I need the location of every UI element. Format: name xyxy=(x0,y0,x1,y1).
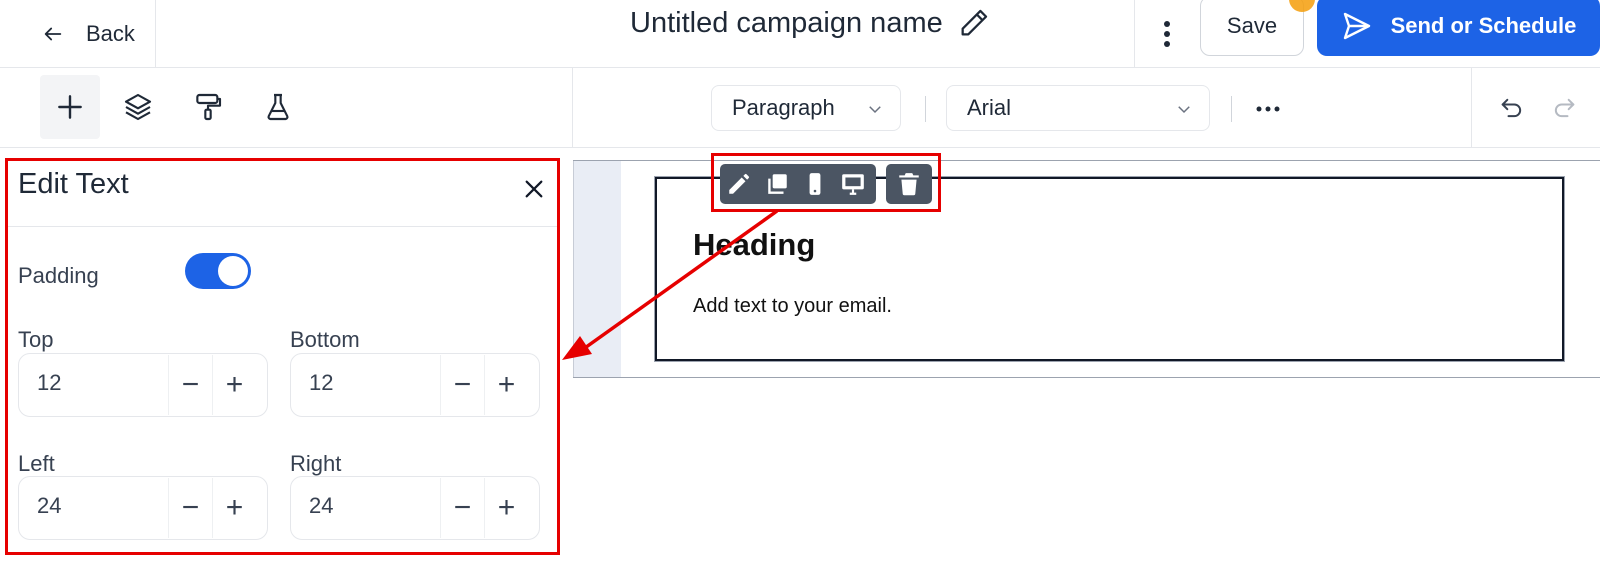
bottom-decrement-button[interactable]: − xyxy=(440,355,484,415)
left-padding-stepper: 24 − + xyxy=(18,476,268,540)
sidebar-toolbar xyxy=(0,68,573,148)
left-padding-input[interactable]: 24 xyxy=(37,493,61,519)
toolbar-divider xyxy=(925,96,926,122)
add-block-button[interactable] xyxy=(40,75,100,139)
right-increment-button[interactable]: + xyxy=(484,478,528,538)
panel-header: Edit Text xyxy=(8,161,557,227)
block-actions xyxy=(720,164,876,204)
save-button[interactable]: Save xyxy=(1200,0,1304,56)
bottom-padding-input[interactable]: 12 xyxy=(309,370,333,396)
top-decrement-button[interactable]: − xyxy=(168,355,212,415)
right-label: Right xyxy=(290,451,342,476)
flask-icon xyxy=(267,93,289,121)
toolbar-divider xyxy=(1231,96,1232,122)
more-format-button[interactable] xyxy=(1253,94,1283,124)
edit-text-panel: Edit Text Padding Top 12 − + Bottom 12 −… xyxy=(5,158,560,555)
padding-label: Padding xyxy=(18,263,99,288)
right-decrement-button[interactable]: − xyxy=(440,478,484,538)
vertical-dots-icon xyxy=(1163,21,1170,47)
pencil-icon xyxy=(729,173,750,194)
right-padding-input[interactable]: 24 xyxy=(309,493,333,519)
plus-icon xyxy=(58,95,82,119)
close-button[interactable] xyxy=(520,175,548,203)
trash-icon xyxy=(899,173,919,196)
panel-title: Edit Text xyxy=(18,168,129,200)
back-label: Back xyxy=(86,21,135,46)
left-label: Left xyxy=(18,451,55,476)
left-increment-button[interactable]: + xyxy=(212,478,256,538)
send-plane-icon xyxy=(1343,12,1370,40)
block-type-select[interactable]: Paragraph xyxy=(711,85,901,131)
padding-toggle[interactable] xyxy=(185,253,251,289)
chevron-down-icon xyxy=(869,106,881,114)
history-controls xyxy=(1471,68,1600,148)
layers-button[interactable] xyxy=(108,75,168,139)
desktop-icon xyxy=(842,174,864,195)
bottom-increment-button[interactable]: + xyxy=(484,355,528,415)
more-options-button[interactable] xyxy=(1134,0,1198,68)
edit-pencil-icon[interactable] xyxy=(957,6,991,40)
mobile-icon xyxy=(809,173,821,195)
right-padding-stepper: 24 − + xyxy=(290,476,540,540)
duplicate-icon xyxy=(768,174,787,194)
mobile-visibility-button[interactable] xyxy=(796,164,834,204)
bottom-label: Bottom xyxy=(290,327,360,352)
redo-icon[interactable] xyxy=(1550,94,1578,122)
send-or-schedule-button[interactable]: Send or Schedule xyxy=(1317,0,1600,56)
styles-button[interactable] xyxy=(178,75,238,139)
block-delete-group xyxy=(886,164,932,204)
top-padding-stepper: 12 − + xyxy=(18,353,268,417)
block-type-value: Paragraph xyxy=(732,95,835,120)
top-padding-input[interactable]: 12 xyxy=(37,370,61,396)
paint-roller-icon xyxy=(196,93,222,121)
edit-block-button[interactable] xyxy=(720,164,758,204)
format-toolbar: Paragraph Arial xyxy=(573,68,1600,148)
duplicate-block-button[interactable] xyxy=(758,164,796,204)
block-body-text[interactable]: Add text to your email. xyxy=(693,295,892,318)
font-value: Arial xyxy=(967,95,1012,120)
block-heading[interactable]: Heading xyxy=(693,227,815,263)
arrow-left-icon xyxy=(44,27,62,41)
toggle-knob xyxy=(218,256,248,286)
layers-icon xyxy=(124,93,152,121)
close-icon xyxy=(525,180,543,198)
chevron-down-icon xyxy=(1178,106,1190,114)
top-increment-button[interactable]: + xyxy=(212,355,256,415)
undo-icon[interactable] xyxy=(1498,94,1526,122)
left-decrement-button[interactable]: − xyxy=(168,478,212,538)
back-button[interactable]: Back xyxy=(0,0,156,68)
desktop-visibility-button[interactable] xyxy=(834,164,872,204)
top-label: Top xyxy=(18,327,54,352)
row-gutter xyxy=(573,161,621,377)
horizontal-dots-icon xyxy=(1256,106,1280,112)
delete-block-button[interactable] xyxy=(886,164,932,204)
test-button[interactable] xyxy=(248,75,308,139)
campaign-title[interactable]: Untitled campaign name xyxy=(630,6,991,40)
bottom-padding-stepper: 12 − + xyxy=(290,353,540,417)
send-label: Send or Schedule xyxy=(1390,13,1577,38)
top-bar: Back Untitled campaign name Save Send or… xyxy=(0,0,1600,68)
campaign-title-text: Untitled campaign name xyxy=(630,6,943,39)
font-select[interactable]: Arial xyxy=(946,85,1210,131)
